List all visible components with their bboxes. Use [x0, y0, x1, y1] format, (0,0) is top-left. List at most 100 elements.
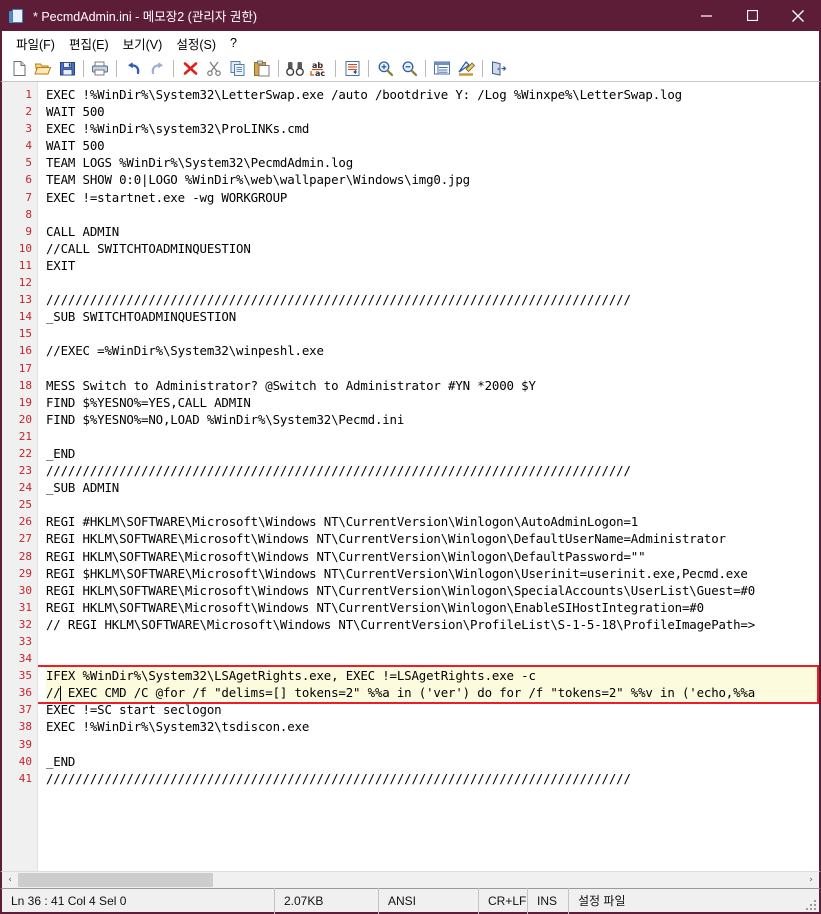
code-line[interactable]: [46, 428, 819, 445]
code-line[interactable]: // EXEC CMD /C @for /f "delims=[] tokens…: [46, 684, 819, 702]
menu-file[interactable]: 파일(F): [9, 32, 62, 55]
cut-scissors-icon[interactable]: [202, 57, 226, 80]
print-icon[interactable]: [88, 57, 112, 80]
code-line[interactable]: FIND $%YESNO%=YES,CALL ADMIN: [46, 394, 819, 411]
code-line[interactable]: //CALL SWITCHTOADMINQUESTION: [46, 240, 819, 257]
window-controls: [683, 0, 821, 31]
menu-help[interactable]: ?: [223, 34, 244, 52]
line-number: 9: [25, 224, 32, 238]
save-icon[interactable]: [55, 57, 79, 80]
code-line[interactable]: ////////////////////////////////////////…: [46, 291, 819, 308]
title-bar: * PecmdAdmin.ini - 메모장2 (관리자 권한): [0, 0, 821, 31]
status-filesize[interactable]: 2.07KB: [275, 887, 379, 914]
undo-icon[interactable]: [121, 57, 145, 80]
code-line[interactable]: REGI $HKLM\SOFTWARE\Microsoft\Windows NT…: [46, 565, 819, 582]
find-binoculars-icon[interactable]: [283, 57, 307, 80]
code-line[interactable]: //EXEC =%WinDir%\System32\winpeshl.exe: [46, 342, 819, 359]
menu-edit[interactable]: 편집(E): [62, 32, 116, 55]
code-line[interactable]: [46, 325, 819, 342]
line-number: 3: [25, 122, 32, 136]
code-line[interactable]: FIND $%YESNO%=NO,LOAD %WinDir%\System32\…: [46, 411, 819, 428]
line-numbers-icon[interactable]: [430, 57, 454, 80]
line-number: 27: [18, 532, 32, 546]
line-number: 2: [25, 105, 32, 119]
code-line[interactable]: _SUB ADMIN: [46, 479, 819, 496]
copy-icon[interactable]: [226, 57, 250, 80]
exit-door-icon[interactable]: [487, 57, 511, 80]
code-line[interactable]: IFEX %WinDir%\System32\LSAgetRights.exe,…: [46, 667, 819, 685]
code-line[interactable]: EXIT: [46, 257, 819, 274]
code-line[interactable]: ////////////////////////////////////////…: [46, 462, 819, 479]
line-number: 35: [18, 669, 32, 683]
line-number: 29: [18, 566, 32, 580]
code-line[interactable]: ////////////////////////////////////////…: [46, 770, 819, 787]
code-line[interactable]: _SUB SWITCHTOADMINQUESTION: [46, 308, 819, 325]
code-line[interactable]: EXEC !%WinDir%\system32\ProLINKs.cmd: [46, 120, 819, 137]
close-button[interactable]: [775, 0, 821, 31]
ruler-pencil-icon[interactable]: [454, 57, 478, 80]
delete-icon[interactable]: [178, 57, 202, 80]
code-line[interactable]: _END: [46, 753, 819, 770]
code-line[interactable]: REGI HKLM\SOFTWARE\Microsoft\Windows NT\…: [46, 530, 819, 547]
code-line[interactable]: WAIT 500: [46, 103, 819, 120]
line-number: 22: [18, 446, 32, 460]
code-text[interactable]: EXEC !%WinDir%\System32\LetterSwap.exe /…: [38, 82, 819, 871]
code-line[interactable]: [46, 496, 819, 513]
code-line[interactable]: [46, 360, 819, 377]
code-line[interactable]: EXEC !=startnet.exe -wg WORKGROUP: [46, 189, 819, 206]
code-line[interactable]: WAIT 500: [46, 137, 819, 154]
scroll-thumb[interactable]: [18, 873, 213, 887]
code-line[interactable]: TEAM LOGS %WinDir%\System32\PecmdAdmin.l…: [46, 154, 819, 171]
scroll-left-arrow[interactable]: ‹: [2, 872, 18, 888]
code-line[interactable]: TEAM SHOW 0:0|LOGO %WinDir%\web\wallpape…: [46, 171, 819, 188]
toolbar-separator: [173, 59, 174, 77]
resize-grip[interactable]: [806, 900, 816, 910]
code-line[interactable]: CALL ADMIN: [46, 223, 819, 240]
status-insert-mode[interactable]: INS: [528, 887, 569, 914]
toolbar-separator: [482, 59, 483, 77]
status-file-type[interactable]: 설정 파일: [569, 888, 635, 914]
scroll-track[interactable]: [18, 872, 803, 888]
open-folder-icon[interactable]: [31, 57, 55, 80]
code-line[interactable]: EXEC !=SC start seclogon: [46, 701, 819, 718]
line-number: 18: [18, 378, 32, 392]
code-line[interactable]: REGI HKLM\SOFTWARE\Microsoft\Windows NT\…: [46, 548, 819, 565]
code-line[interactable]: [46, 736, 819, 753]
replace-abc-icon[interactable]: ab ac: [307, 57, 331, 80]
scroll-right-arrow[interactable]: ›: [803, 872, 819, 888]
code-line[interactable]: _END: [46, 445, 819, 462]
horizontal-scrollbar[interactable]: ‹ ›: [0, 871, 821, 888]
code-line[interactable]: [46, 206, 819, 223]
code-line[interactable]: REGI HKLM\SOFTWARE\Microsoft\Windows NT\…: [46, 582, 819, 599]
status-line-ending[interactable]: CR+LF: [479, 887, 528, 914]
code-line[interactable]: MESS Switch to Administrator? @Switch to…: [46, 377, 819, 394]
editor-area[interactable]: 1 2 3 4 5 6 7 8 9 10 11 12 13 14 15 16 17 18 19 20 21 22 23 24 2…: [0, 82, 821, 871]
code-line[interactable]: REGI #HKLM\SOFTWARE\Microsoft\Windows NT…: [46, 513, 819, 530]
maximize-button[interactable]: [729, 0, 775, 31]
line-number: 1: [25, 88, 32, 101]
code-line[interactable]: [46, 274, 819, 291]
text-caret: [60, 685, 62, 701]
redo-icon[interactable]: [145, 57, 169, 80]
code-line[interactable]: EXEC !%WinDir%\System32\LetterSwap.exe /…: [46, 86, 819, 103]
line-number: 38: [18, 720, 32, 734]
word-wrap-icon[interactable]: [340, 57, 364, 80]
line-number: 13: [18, 293, 32, 307]
code-line[interactable]: // REGI HKLM\SOFTWARE\Microsoft\Windows …: [46, 616, 819, 633]
line-number: 8: [25, 207, 32, 221]
menu-settings[interactable]: 설정(S): [169, 32, 223, 55]
menu-view[interactable]: 보기(V): [116, 32, 170, 55]
new-file-icon[interactable]: [7, 57, 31, 80]
status-encoding[interactable]: ANSI: [379, 887, 479, 914]
minimize-button[interactable]: [683, 0, 729, 31]
zoom-out-icon[interactable]: [397, 57, 421, 80]
code-line[interactable]: [46, 650, 819, 667]
zoom-in-icon[interactable]: [373, 57, 397, 80]
code-line[interactable]: REGI HKLM\SOFTWARE\Microsoft\Windows NT\…: [46, 599, 819, 616]
code-line[interactable]: EXEC !%WinDir%\System32\tsdiscon.exe: [46, 718, 819, 735]
code-line[interactable]: [46, 633, 819, 650]
line-number: 20: [18, 412, 32, 426]
toolbar-separator: [116, 59, 117, 77]
paste-icon[interactable]: [250, 57, 274, 80]
line-number: 41: [18, 771, 32, 785]
